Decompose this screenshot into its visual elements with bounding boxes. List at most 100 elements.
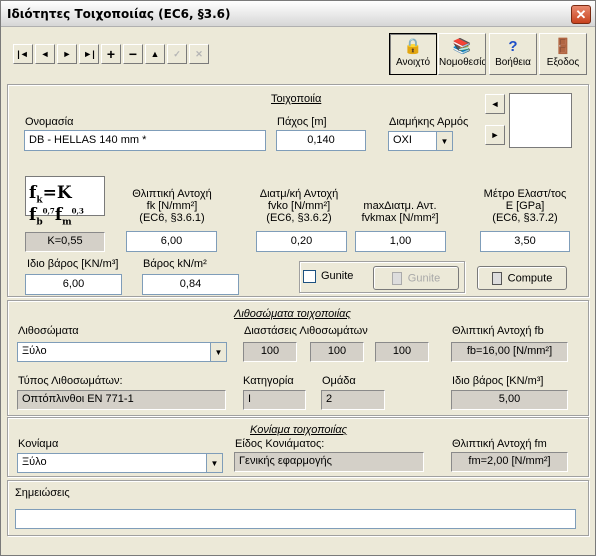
last-record-button[interactable]: ►|: [79, 44, 99, 64]
add-record-button[interactable]: +: [101, 44, 121, 64]
thickness-input[interactable]: 0,140: [276, 130, 366, 151]
fk-label: Θλιπτική Αντοχή fk [N/mm²] (EC6, §3.6.1): [125, 188, 219, 224]
open-button-label: Ανοιχτό: [395, 57, 431, 68]
gunite-button-label: Gunite: [407, 272, 441, 285]
cancel-record-button[interactable]: ✕: [189, 44, 209, 64]
units-select-value: Ξύλο: [22, 345, 47, 357]
help-button-label: Βοήθεια: [495, 57, 531, 68]
fb-label: Θλιπτική Αντοχή fb: [452, 325, 544, 337]
fvko-label-line3: (EC6, §3.6.2): [266, 212, 332, 224]
fvko-label: Διατμ/κή Αντοχή fvko [N/mm²] (EC6, §3.6.…: [249, 188, 349, 224]
units-section-title: Λιθοσώματα τοιχοποιίας: [234, 308, 351, 320]
dim-height: 100: [375, 342, 429, 362]
dim-width: 100: [310, 342, 364, 362]
mortar-kind-label: Είδος Κονιάματος:: [235, 438, 325, 450]
delete-record-button[interactable]: −: [123, 44, 143, 64]
notes-label: Σημειώσεις: [15, 487, 70, 499]
formula-b-sub: b: [36, 217, 43, 228]
weight-input[interactable]: 0,84: [142, 274, 239, 295]
units-weight-value: 5,00: [451, 390, 568, 410]
e-label-line3: (EC6, §3.7.2): [492, 212, 558, 224]
joint-select[interactable]: ΟΧΙ ▼: [388, 131, 453, 151]
fb-value: fb=16,00 [N/mm²]: [451, 342, 568, 362]
exit-button-label: Εξοδος: [546, 57, 580, 68]
unit-type-label: Τύπος Λιθοσωμάτων:: [18, 375, 123, 387]
fvko-label-line2: fvko [N/mm²]: [267, 200, 331, 212]
edit-record-button[interactable]: ▲: [145, 44, 165, 64]
category-value: I: [243, 390, 306, 410]
gunite-checkbox[interactable]: [303, 270, 316, 283]
strength-formula: fk=K fb0,7fm0,3: [25, 176, 105, 228]
dim-length: 100: [243, 342, 297, 362]
mortar-select[interactable]: Ξύλο ▼: [17, 453, 223, 473]
mortar-section-title: Κονίαμα τοιχοποιίας: [250, 424, 348, 436]
gunite-button[interactable]: Gunite: [373, 266, 459, 290]
fvko-label-line1: Διατμ/κή Αντοχή: [259, 188, 339, 200]
joint-label: Διαμήκης Αρμός: [389, 116, 469, 128]
properties-window: Ιδιότητες Τοιχοποιίας (EC6, §3.6) ✕ |◄ ◄…: [0, 0, 596, 556]
dims-label: Διαστάσεις Λιθοσωμάτων: [244, 325, 368, 337]
joint-select-value: ΟΧΙ: [393, 134, 412, 146]
fm-label: Θλιπτική Αντοχή fm: [452, 438, 547, 450]
e-label-line2: E [GPa]: [505, 200, 545, 212]
post-record-button[interactable]: ✓: [167, 44, 187, 64]
exit-button[interactable]: 🚪 Εξοδος: [539, 33, 587, 75]
wall-image: [509, 93, 572, 148]
e-input[interactable]: 3,50: [480, 231, 570, 252]
units-weight-label: Ιδιο βάρος [KN/m³]: [452, 375, 544, 387]
name-label: Ονομασία: [25, 116, 74, 128]
compute-button-label: Compute: [507, 272, 553, 285]
open-button[interactable]: 🔒 Ανοιχτό: [389, 33, 437, 75]
fk-label-line3: (EC6, §3.6.1): [139, 212, 205, 224]
chevron-down-icon[interactable]: ▼: [206, 454, 222, 472]
first-record-button[interactable]: |◄: [13, 44, 33, 64]
unit-weight-input[interactable]: 6,00: [25, 274, 122, 295]
books-icon: 📚: [452, 38, 472, 55]
fvkmax-label-line2: fvkmax [N/mm²]: [361, 212, 439, 224]
chevron-down-icon[interactable]: ▼: [210, 343, 226, 361]
fvko-input[interactable]: 0,20: [256, 231, 347, 252]
calculator-icon: [491, 272, 502, 285]
exit-icon: 🚪: [553, 38, 573, 55]
fk-label-line1: Θλιπτική Αντοχή: [132, 188, 212, 200]
mortar-label: Κονίαμα: [18, 438, 59, 450]
fvkmax-input[interactable]: 1,00: [355, 231, 446, 252]
lock-icon: 🔒: [403, 38, 423, 55]
group-value: 2: [321, 390, 385, 410]
chevron-down-icon[interactable]: ▼: [436, 132, 452, 150]
help-icon: ?: [508, 38, 518, 55]
prev-record-button[interactable]: ◄: [35, 44, 55, 64]
formula-m-sub: m: [62, 217, 72, 228]
unit-type-value: Οπτόπλινθοι EN 771-1: [17, 390, 226, 410]
window-title: Ιδιότητες Τοιχοποιίας (EC6, §3.6): [7, 7, 231, 21]
calculator-icon: [391, 272, 402, 285]
mortar-select-value: Ξύλο: [22, 456, 47, 468]
image-next-button[interactable]: ►: [485, 125, 505, 145]
gunite-checkbox-label: Gunite: [321, 270, 354, 282]
unit-weight-label: Ιδιο βάρος [KN/m³]: [27, 258, 119, 270]
legislation-button[interactable]: 📚 Νομοθεσία: [438, 33, 486, 75]
legislation-button-label: Νομοθεσία: [439, 57, 485, 68]
fm-value: fm=2,00 [N/mm²]: [451, 452, 568, 472]
group-label: Ομάδα: [322, 375, 356, 387]
e-label: Μέτρο Ελαστ/τος E [GPa] (EC6, §3.7.2): [475, 188, 575, 224]
mortar-kind-value: Γενικής εφαρμογής: [234, 452, 424, 472]
wall-section-title: Τοιχοποιία: [271, 93, 322, 105]
close-button[interactable]: ✕: [571, 5, 591, 24]
e-label-line1: Μέτρο Ελαστ/τος: [483, 188, 567, 200]
units-select[interactable]: Ξύλο ▼: [17, 342, 227, 362]
compute-button[interactable]: Compute: [477, 266, 567, 290]
thickness-label: Πάχος [m]: [277, 116, 327, 128]
category-label: Κατηγορία: [243, 375, 294, 387]
next-record-button[interactable]: ►: [57, 44, 77, 64]
help-button[interactable]: ? Βοήθεια: [489, 33, 537, 75]
name-input[interactable]: DB - HELLAS 140 mm *: [24, 130, 266, 151]
formula-eq: =K: [42, 183, 72, 203]
formula-m-exp: 0,3: [71, 206, 84, 216]
title-bar: Ιδιότητες Τοιχοποιίας (EC6, §3.6) ✕: [1, 1, 595, 27]
notes-input[interactable]: [15, 509, 576, 529]
formula-b-exp: 0,7: [42, 206, 55, 216]
image-prev-button[interactable]: ◄: [485, 94, 505, 114]
fk-input[interactable]: 6,00: [126, 231, 217, 252]
weight-label: Βάρος kN/m²: [143, 258, 207, 270]
